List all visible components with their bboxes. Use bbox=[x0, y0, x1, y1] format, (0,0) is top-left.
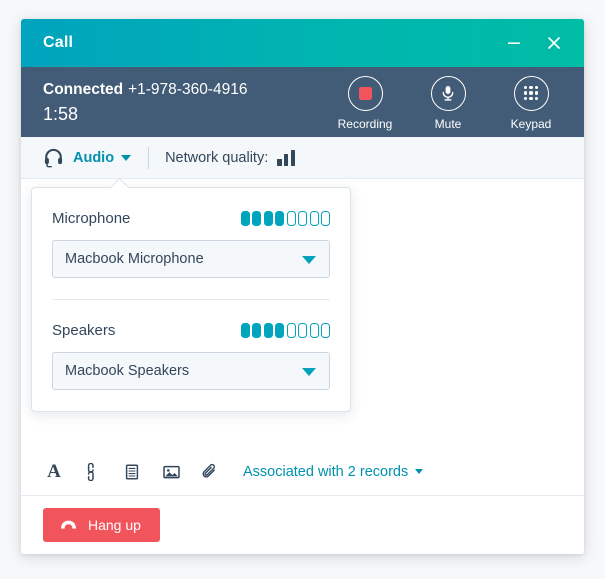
microphone-device-select[interactable]: Macbook Microphone bbox=[52, 240, 330, 278]
mute-button-circle bbox=[430, 75, 466, 111]
microphone-label: Microphone bbox=[52, 210, 131, 227]
recording-button-circle bbox=[347, 75, 383, 111]
associated-records-dropdown[interactable]: Associated with 2 records bbox=[243, 463, 424, 480]
phone-hangup-icon bbox=[61, 520, 76, 529]
audio-dropdown-toggle[interactable]: Audio bbox=[73, 149, 132, 166]
record-stop-icon bbox=[358, 86, 372, 100]
call-status-line: Connected +1-978-360-4916 bbox=[43, 79, 247, 100]
microphone-level-meter bbox=[240, 211, 330, 226]
composer-tool-row: A Associated with 2 records bbox=[21, 448, 584, 496]
network-quality-label: Network quality: bbox=[165, 149, 269, 166]
mute-button-label: Mute bbox=[434, 116, 462, 131]
call-timer: 1:58 bbox=[43, 103, 79, 124]
microphone-section-head: Microphone bbox=[52, 210, 330, 227]
hang-up-button-label: Hang up bbox=[88, 517, 141, 533]
close-icon bbox=[548, 37, 560, 49]
keypad-button-label: Keypad bbox=[510, 116, 552, 131]
keypad-button-circle bbox=[513, 75, 549, 111]
toolbar-divider bbox=[148, 146, 150, 169]
keypad-button[interactable]: Keypad bbox=[500, 75, 562, 131]
speakers-label: Speakers bbox=[52, 322, 116, 339]
attachment-clip-icon[interactable] bbox=[199, 461, 221, 483]
audio-settings-panel: Microphone Macbook Microphone Speakers M… bbox=[31, 187, 351, 412]
minimize-icon bbox=[508, 42, 520, 44]
associated-records-label: Associated with 2 records bbox=[243, 463, 409, 480]
chevron-down-icon bbox=[302, 256, 316, 264]
call-status-bar: Connected+1-978-360-4916 1:58 Recording bbox=[21, 67, 584, 137]
keypad-grid-icon bbox=[523, 85, 539, 101]
call-controls: Recording Mute Keypad bbox=[334, 74, 562, 131]
call-body: Microphone Macbook Microphone Speakers M… bbox=[21, 179, 584, 554]
close-button[interactable] bbox=[542, 31, 566, 55]
speakers-level-meter bbox=[240, 323, 330, 338]
call-state-label: Connected bbox=[43, 80, 124, 98]
snippet-icon[interactable] bbox=[121, 461, 143, 483]
microphone-device-value: Macbook Microphone bbox=[65, 251, 204, 267]
minimize-button[interactable] bbox=[502, 31, 526, 55]
image-icon[interactable] bbox=[160, 461, 182, 483]
hang-up-button[interactable]: Hang up bbox=[43, 508, 160, 542]
audio-toolbar: Audio Network quality: bbox=[21, 137, 584, 179]
speakers-section: Speakers Macbook Speakers bbox=[52, 299, 330, 411]
hangup-row: Hang up bbox=[21, 496, 584, 554]
chevron-down-icon bbox=[121, 154, 132, 161]
window-title: Call bbox=[43, 34, 74, 51]
text-format-icon[interactable]: A bbox=[43, 461, 65, 483]
speakers-section-head: Speakers bbox=[52, 322, 330, 339]
headset-icon bbox=[43, 147, 64, 168]
chevron-down-icon bbox=[302, 368, 316, 376]
window-controls bbox=[502, 31, 566, 55]
signal-bars-icon bbox=[277, 149, 296, 166]
composer-toolbar: A Associated with 2 records Hang up bbox=[21, 448, 584, 554]
link-icon[interactable] bbox=[82, 461, 104, 483]
recording-button[interactable]: Recording bbox=[334, 75, 396, 131]
mute-button[interactable]: Mute bbox=[417, 75, 479, 131]
chevron-down-icon bbox=[415, 469, 424, 474]
call-window: Call Connected +1-978-360-4916 1:58 Reco… bbox=[21, 19, 584, 554]
recording-button-label: Recording bbox=[337, 116, 393, 131]
microphone-section: Microphone Macbook Microphone bbox=[52, 188, 330, 299]
speakers-device-value: Macbook Speakers bbox=[65, 363, 190, 379]
audio-dropdown-label: Audio bbox=[73, 149, 115, 166]
window-titlebar: Call bbox=[21, 19, 584, 67]
microphone-icon bbox=[442, 86, 454, 101]
call-phone-number: +1-978-360-4916 bbox=[128, 80, 248, 98]
call-status-info: Connected +1-978-360-4916 1:58 bbox=[43, 79, 247, 126]
speakers-device-select[interactable]: Macbook Speakers bbox=[52, 352, 330, 390]
panel-pointer-caret bbox=[111, 179, 128, 188]
